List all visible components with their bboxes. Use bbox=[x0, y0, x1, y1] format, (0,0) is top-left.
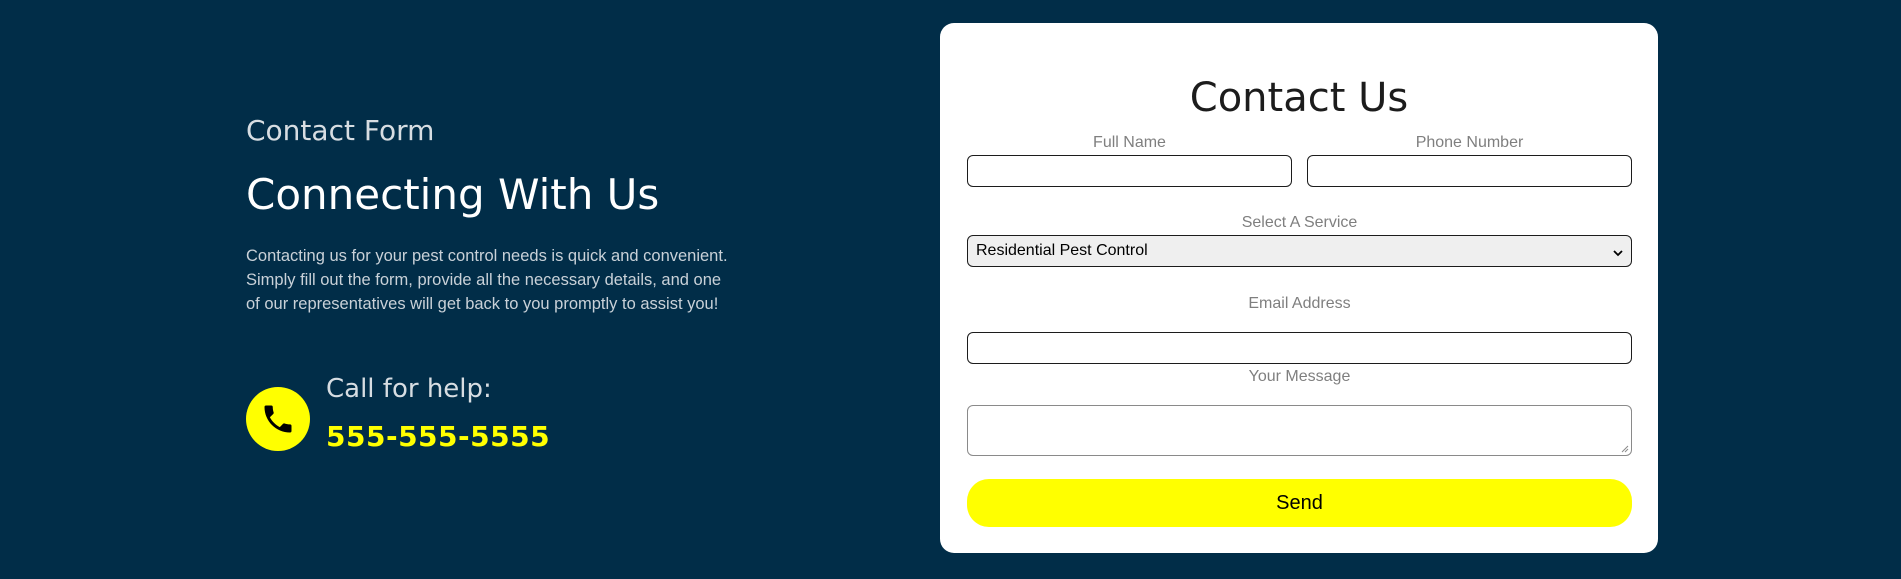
contact-intro: Contact Form Connecting With Us Contacti… bbox=[246, 112, 736, 316]
call-for-help: Call for help: 555-555-5555 bbox=[246, 372, 550, 454]
service-label: Select A Service bbox=[1241, 214, 1358, 231]
contact-form-card: Contact Us Full Name Phone Number Select… bbox=[940, 23, 1658, 553]
help-phone-number[interactable]: 555-555-5555 bbox=[326, 420, 550, 454]
contact-section: Contact Form Connecting With Us Contacti… bbox=[0, 0, 1901, 579]
help-label: Call for help: bbox=[326, 374, 492, 404]
message-label: Your Message bbox=[1248, 368, 1351, 385]
form-title: Contact Us bbox=[1189, 75, 1409, 121]
phone-number-label: Phone Number bbox=[1415, 134, 1524, 151]
email-label: Email Address bbox=[1248, 295, 1351, 312]
send-button[interactable]: Send bbox=[967, 479, 1632, 527]
email-field[interactable] bbox=[967, 332, 1632, 364]
chevron-down-icon bbox=[1613, 242, 1623, 261]
service-select[interactable]: Residential Pest Control bbox=[967, 235, 1632, 267]
service-selected-value: Residential Pest Control bbox=[976, 242, 1148, 259]
intro-heading: Connecting With Us bbox=[246, 170, 660, 219]
message-textarea[interactable] bbox=[967, 405, 1632, 456]
intro-eyebrow: Contact Form bbox=[246, 114, 435, 147]
phone-icon[interactable] bbox=[246, 387, 310, 451]
full-name-field[interactable] bbox=[967, 155, 1292, 187]
help-text: Call for help: 555-555-5555 bbox=[326, 372, 550, 454]
full-name-label: Full Name bbox=[1093, 134, 1166, 151]
phone-number-field[interactable] bbox=[1307, 155, 1632, 187]
resize-handle-icon[interactable] bbox=[1621, 445, 1629, 453]
intro-description: Contacting us for your pest control need… bbox=[246, 247, 728, 313]
